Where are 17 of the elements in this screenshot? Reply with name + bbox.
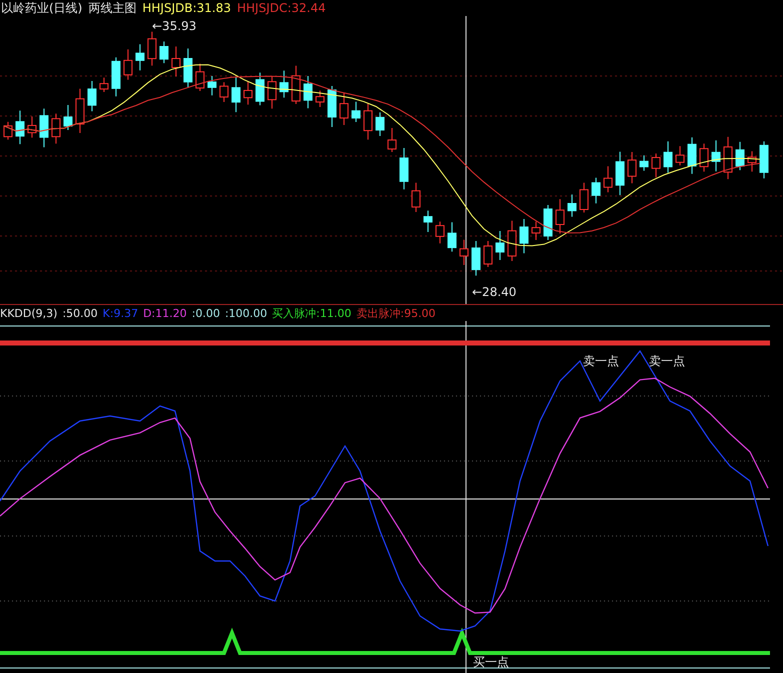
indicator-value: :0.00: [192, 306, 220, 320]
low-price-label: ←28.40: [472, 285, 516, 299]
indicator-value: 买入脉冲:11.00: [272, 306, 352, 320]
stock-title: 以岭药业(日线): [1, 0, 82, 16]
indicator-value: :50.00: [62, 306, 98, 320]
buy-point-label: 买一点: [473, 655, 509, 669]
indicator-value: HHJSJDB:31.83: [142, 1, 231, 15]
indicator-value: 卖出脉冲:95.00: [356, 306, 436, 320]
indicator-value: HHJSJDC:32.44: [237, 1, 326, 15]
sell-point-label: 卖一点: [583, 354, 619, 368]
indicator-value: D:11.20: [143, 306, 187, 320]
indicator-name: KKDD(9,3): [0, 306, 58, 320]
chart-template-name: 两线主图: [88, 0, 136, 16]
indicator-value: K:9.37: [102, 306, 138, 320]
sell-point-label: 卖一点: [649, 354, 685, 368]
indicator-value: :100.00: [224, 306, 268, 320]
high-price-label: ←35.93: [152, 19, 196, 33]
